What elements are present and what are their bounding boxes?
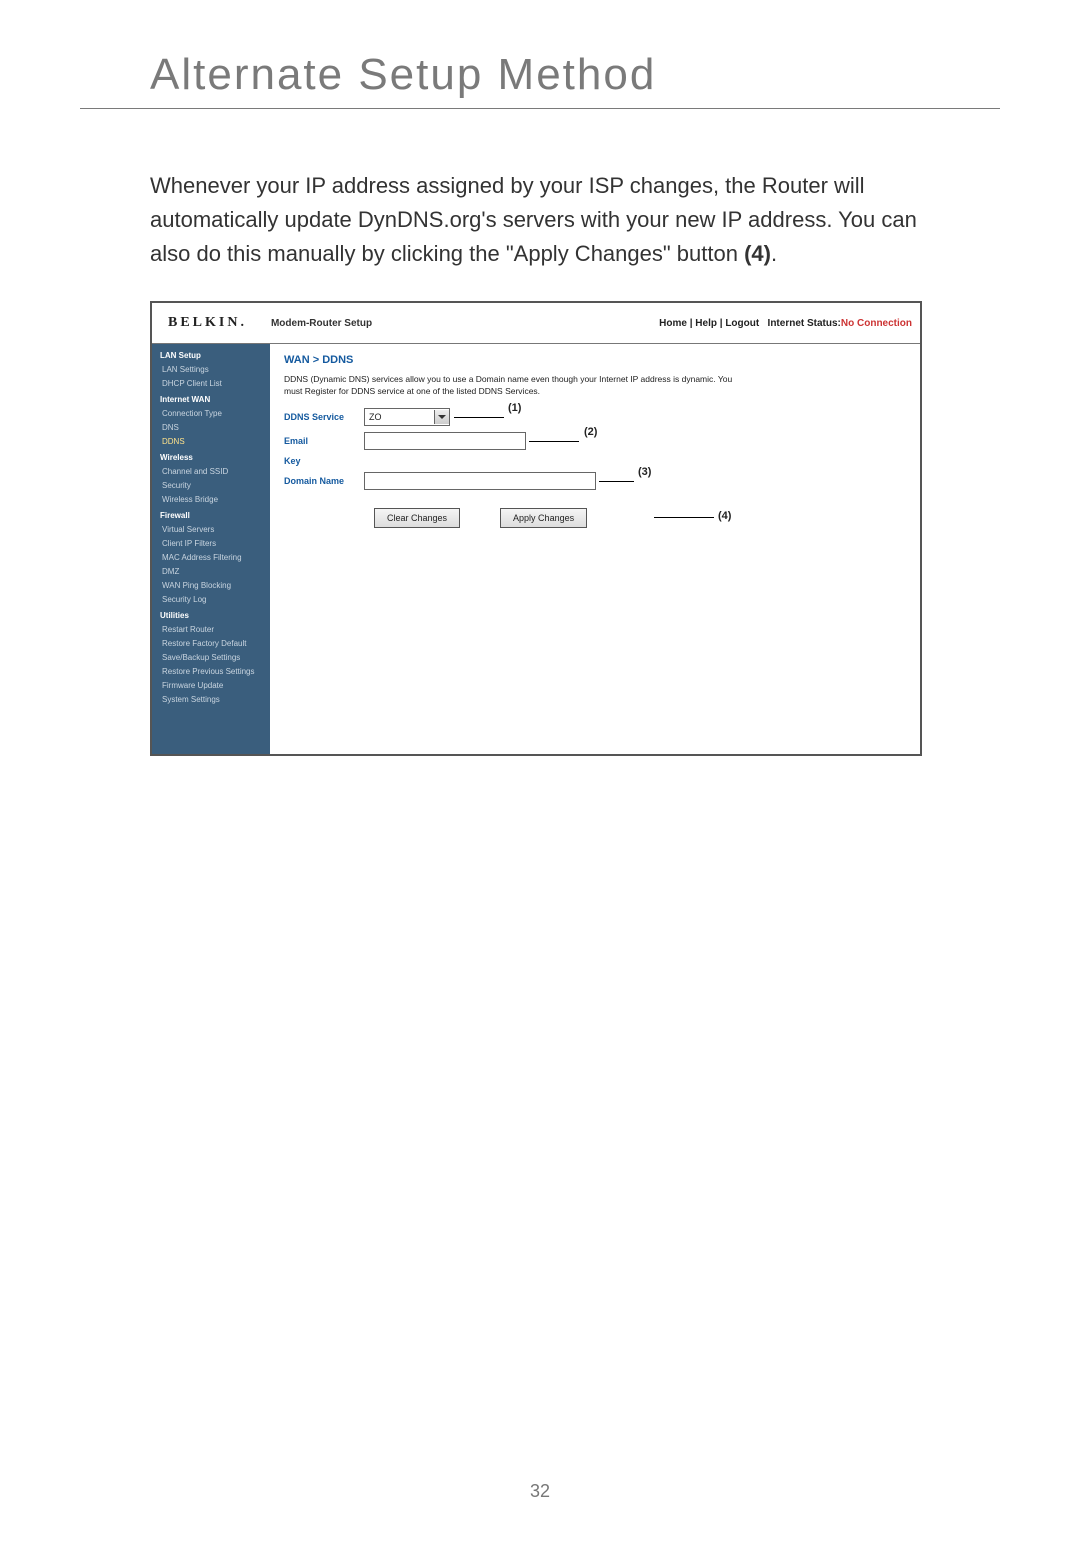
link-logout[interactable]: Logout [725,318,759,329]
sidebar-item[interactable]: DMZ [160,566,270,578]
intro-text-a: Whenever your IP address assigned by you… [150,173,917,266]
sidebar-header: Firewall [160,510,270,522]
domain-label: Domain Name [284,476,364,486]
sidebar-item[interactable]: Security Log [160,594,270,606]
callout-lead [454,417,504,418]
page-title: Alternate Setup Method [150,50,1080,100]
sidebar-item[interactable]: Restore Factory Default [160,638,270,650]
intro-ref: (4) [744,241,771,266]
divider [80,108,1000,109]
callout-1: (1) [508,402,521,414]
app-title: Modem-Router Setup [263,318,659,329]
sidebar-header: LAN Setup [160,350,270,362]
sidebar-item[interactable]: LAN Settings [160,364,270,376]
topbar: BELKIN. Modem-Router Setup Home | Help |… [152,303,920,344]
brand-logo: BELKIN. [152,315,263,331]
status-value: No Connection [841,318,912,329]
callout-lead [599,481,634,482]
sidebar-header: Utilities [160,610,270,622]
page-description: DDNS (Dynamic DNS) services allow you to… [284,374,744,398]
callout-4: (4) [718,510,731,522]
row-key: Key [284,456,906,466]
ddns-service-select[interactable]: ZO [364,408,450,426]
sidebar-header: Wireless [160,452,270,464]
button-row: Clear Changes Apply Changes (4) [374,508,906,528]
row-email: Email (2) [284,432,906,450]
sidebar-header: Internet WAN [160,394,270,406]
row-domain: Domain Name (3) [284,472,906,490]
content-panel: WAN > DDNS DDNS (Dynamic DNS) services a… [270,344,920,754]
chevron-down-icon[interactable] [434,410,449,424]
domain-field[interactable] [364,472,596,490]
callout-lead [529,441,579,442]
sidebar-item[interactable]: Save/Backup Settings [160,652,270,664]
apply-changes-button[interactable]: Apply Changes [500,508,587,528]
sidebar: LAN Setup LAN Settings DHCP Client List … [152,344,270,754]
callout-lead [654,517,714,518]
ddns-service-value: ZO [369,412,382,422]
sidebar-item[interactable]: Channel and SSID [160,466,270,478]
sidebar-item[interactable]: MAC Address Filtering [160,552,270,564]
status-label: Internet Status: [768,318,841,329]
sidebar-item[interactable]: Restore Previous Settings [160,666,270,678]
sidebar-item[interactable]: Firmware Update [160,680,270,692]
sidebar-item[interactable]: Restart Router [160,624,270,636]
row-ddns-service: DDNS Service ZO (1) [284,408,906,426]
ddns-service-label: DDNS Service [284,412,364,422]
sidebar-item[interactable]: Wireless Bridge [160,494,270,506]
callout-2: (2) [584,426,597,438]
sidebar-item[interactable]: Virtual Servers [160,524,270,536]
callout-3: (3) [638,466,651,478]
key-label: Key [284,456,364,466]
sidebar-item[interactable]: DHCP Client List [160,378,270,390]
sidebar-item[interactable]: Security [160,480,270,492]
link-home[interactable]: Home [659,318,687,329]
page-number: 32 [0,1481,1080,1502]
sidebar-item[interactable]: Client IP Filters [160,538,270,550]
sidebar-item[interactable]: Connection Type [160,408,270,420]
link-help[interactable]: Help [695,318,717,329]
intro-paragraph: Whenever your IP address assigned by you… [150,169,922,271]
sidebar-item[interactable]: System Settings [160,694,270,706]
top-links: Home | Help | Logout Internet Status:No … [659,318,912,329]
intro-text-b: . [771,241,777,266]
router-screenshot: BELKIN. Modem-Router Setup Home | Help |… [150,301,922,756]
email-field[interactable] [364,432,526,450]
email-label: Email [284,436,364,446]
breadcrumb: WAN > DDNS [284,354,906,366]
sidebar-item[interactable]: WAN Ping Blocking [160,580,270,592]
clear-changes-button[interactable]: Clear Changes [374,508,460,528]
sidebar-item-ddns[interactable]: DDNS [160,436,270,448]
sidebar-item[interactable]: DNS [160,422,270,434]
